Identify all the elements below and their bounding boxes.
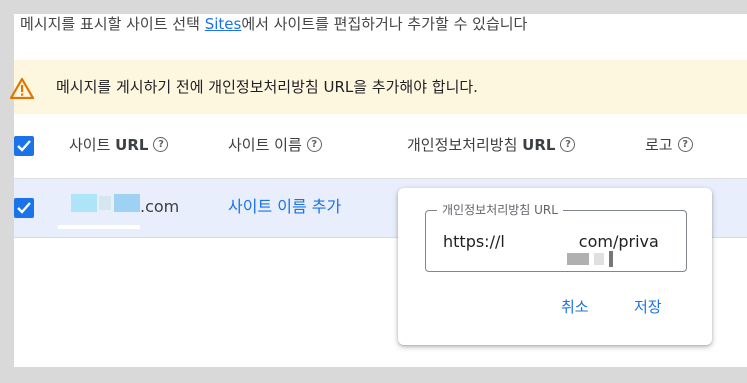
redacted-block xyxy=(594,253,604,265)
help-icon[interactable]: ? xyxy=(677,137,693,152)
intro-after: 에서 사이트를 편집하거나 추가할 수 있습니다 xyxy=(241,15,528,33)
intro-text: 메시지를 표시할 사이트 선택 Sites에서 사이트를 편집하거나 추가할 수… xyxy=(20,14,527,34)
sites-link[interactable]: Sites xyxy=(205,15,242,33)
header-privacy-url-bold: URL xyxy=(522,136,556,154)
header-site-name: 사이트 이름? xyxy=(228,114,322,176)
site-domain: .com xyxy=(140,197,180,216)
redacted-block xyxy=(99,196,111,210)
save-button[interactable]: 저장 xyxy=(634,292,662,322)
warning-banner: 메시지를 게시하기 전에 개인정보처리방침 URL을 추가해야 합니다. xyxy=(9,60,747,114)
table-header: 사이트 URL? 사이트 이름? 개인정보처리방침 URL? 로고? xyxy=(14,114,747,179)
help-icon[interactable]: ? xyxy=(153,137,169,152)
header-privacy-url-label: 개인정보처리방침 xyxy=(407,136,523,154)
privacy-url-value-start: https://l xyxy=(443,232,505,251)
privacy-url-popup: 개인정보처리방침 URL https://l com/priva 취소 저장 xyxy=(398,188,712,345)
sites-panel: 메시지를 표시할 사이트 선택 Sites에서 사이트를 편집하거나 추가할 수… xyxy=(9,14,747,367)
help-icon[interactable]: ? xyxy=(306,137,322,152)
privacy-url-value[interactable]: https://l com/priva xyxy=(443,211,673,273)
header-privacy-url: 개인정보처리방침 URL? xyxy=(407,114,576,176)
row-checkbox[interactable] xyxy=(14,198,34,218)
add-site-name-link[interactable]: 사이트 이름 추가 xyxy=(228,179,341,235)
warning-message: 메시지를 게시하기 전에 개인정보처리방침 URL을 추가해야 합니다. xyxy=(56,78,478,96)
redacted-block xyxy=(114,194,140,212)
privacy-url-field[interactable]: 개인정보처리방침 URL https://l com/priva xyxy=(425,202,687,273)
privacy-url-value-end: com/priva xyxy=(578,232,659,251)
redacted-block xyxy=(567,253,589,265)
redacted-block xyxy=(609,251,613,267)
redacted-underline xyxy=(58,225,140,229)
warning-icon xyxy=(9,77,35,100)
header-site-url-label: 사이트 xyxy=(69,136,116,154)
cancel-button[interactable]: 취소 xyxy=(561,292,589,322)
intro-before: 메시지를 표시할 사이트 선택 xyxy=(20,15,205,33)
header-logo-label: 로고 xyxy=(645,136,673,154)
select-all-checkbox[interactable] xyxy=(14,136,34,156)
header-site-url: 사이트 URL? xyxy=(69,114,169,176)
help-icon[interactable]: ? xyxy=(560,137,576,152)
header-logo: 로고? xyxy=(645,114,693,176)
header-site-url-bold: URL xyxy=(115,136,149,154)
redacted-block xyxy=(71,194,97,212)
header-site-name-label: 사이트 이름 xyxy=(228,136,302,154)
